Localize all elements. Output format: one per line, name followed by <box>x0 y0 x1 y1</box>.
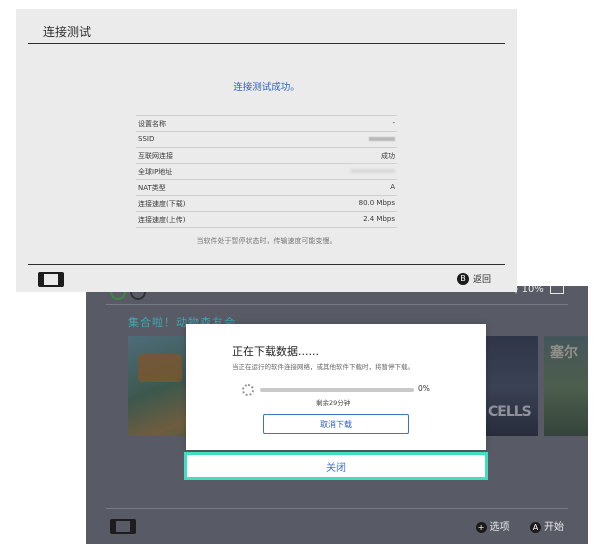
options-button[interactable]: + 选项 <box>475 521 513 533</box>
footer-divider <box>28 264 505 265</box>
loading-spinner-icon <box>242 384 254 396</box>
footer-buttons: + 选项 A 开始 <box>475 518 564 533</box>
battery-percentage: 10% <box>521 286 544 295</box>
console-icon <box>38 272 64 287</box>
progress-percentage: 0% <box>418 384 430 393</box>
info-row: SSID <box>136 132 397 148</box>
connection-test-panel: 连接测试 连接测试成功。 设置名称 - SSID 互联网连接 成功 全球IP地址… <box>16 9 517 292</box>
dialog-title: 正在下载数据...... <box>232 345 319 358</box>
header-divider <box>106 304 568 305</box>
close-button[interactable]: 关闭 <box>184 452 488 480</box>
connection-footer: B 返回 <box>16 271 517 287</box>
a-button-icon: A <box>530 521 541 533</box>
back-button[interactable]: B 返回 <box>456 272 491 285</box>
footer-divider <box>106 508 568 509</box>
info-row: 连接速度(下载) 80.0 Mbps <box>136 196 397 212</box>
info-row: 全球IP地址 <box>136 164 397 180</box>
info-label: NAT类型 <box>138 184 166 192</box>
options-label: 选项 <box>489 522 510 533</box>
info-row: 互联网连接 成功 <box>136 148 397 164</box>
connection-info-table: 设置名称 - SSID 互联网连接 成功 全球IP地址 NAT类型 A 连接速度… <box>136 115 397 228</box>
battery-icon <box>550 286 564 294</box>
console-icon <box>110 519 136 534</box>
speed-note: 当软件处于暂停状态时，传输速度可能变慢。 <box>196 237 337 245</box>
start-label: 开始 <box>544 522 564 533</box>
status-area: ⟩ 10% <box>514 286 564 295</box>
info-label: 全球IP地址 <box>138 168 173 176</box>
info-value: 成功 <box>381 152 395 160</box>
progress-bar <box>260 388 414 392</box>
info-row: 设置名称 - <box>136 116 397 132</box>
tile-dim-overlay <box>544 336 588 436</box>
info-value: 2.4 Mbps <box>363 215 395 223</box>
b-button-icon: B <box>456 272 469 285</box>
game-tile-celeste[interactable]: CELLS <box>482 336 538 436</box>
info-row: NAT类型 A <box>136 180 397 196</box>
info-label: SSID <box>138 135 155 143</box>
tile-dim-overlay <box>482 336 538 436</box>
cancel-download-button[interactable]: 取消下载 <box>263 414 409 434</box>
time-remaining: 剩余29分钟 <box>316 399 351 407</box>
redacted-value <box>369 137 395 141</box>
info-value: 80.0 Mbps <box>358 199 395 207</box>
download-dialog: 正在下载数据...... 当正在运行的软件连接网络，或其他软件下载时，将暂停下载… <box>186 324 486 450</box>
back-label: 返回 <box>472 275 491 285</box>
info-label: 互联网连接 <box>138 152 173 160</box>
page-title: 连接测试 <box>43 25 92 39</box>
info-value: - <box>392 119 395 127</box>
game-tile-zelda[interactable]: 塞尔 <box>544 336 588 436</box>
info-label: 连接速度(上传) <box>138 216 186 224</box>
dialog-description: 当正在运行的软件连接网络，或其他软件下载时，将暂停下载。 <box>232 363 414 371</box>
header-divider <box>28 43 505 44</box>
start-button[interactable]: A 开始 <box>530 521 564 533</box>
info-label: 连接速度(下载) <box>138 200 186 208</box>
info-value: A <box>390 183 395 191</box>
info-label: 设置名称 <box>138 120 166 128</box>
home-footer: + 选项 A 开始 <box>86 516 588 536</box>
plus-button-icon: + <box>475 521 487 533</box>
redacted-value <box>351 169 395 173</box>
info-row: 连接速度(上传) 2.4 Mbps <box>136 212 397 228</box>
success-message: 连接测试成功。 <box>233 82 300 93</box>
